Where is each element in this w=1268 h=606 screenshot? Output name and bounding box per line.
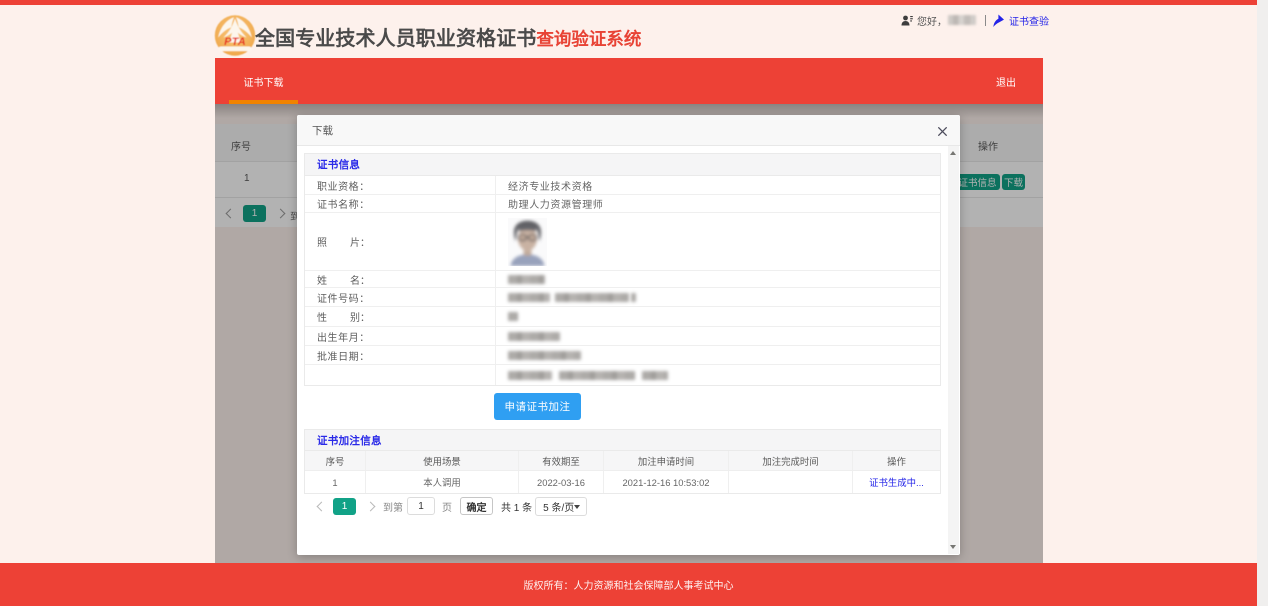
svg-text:PTA: PTA	[224, 36, 246, 48]
